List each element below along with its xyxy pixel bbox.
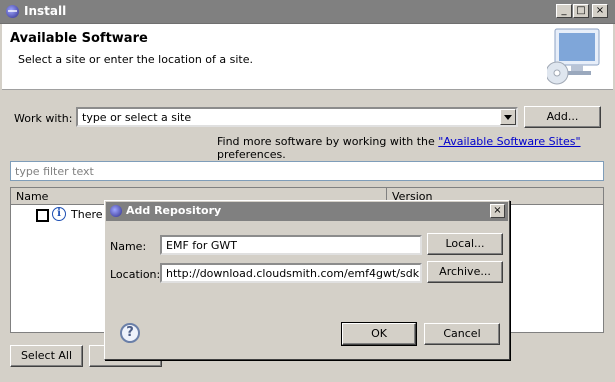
window-title: Install [24,4,67,18]
dialog-title-bar: Add Repository × [106,202,508,221]
column-name-label: Name [16,190,49,203]
info-icon: i [52,207,66,221]
local-button[interactable]: Local... [427,233,503,255]
archive-button[interactable]: Archive... [427,261,503,283]
location-label: Location: [110,268,161,281]
dialog-close-button[interactable]: × [490,204,505,218]
name-value: EMF for GWT [166,239,238,252]
filter-placeholder: type filter text [15,165,94,178]
maximize-button[interactable]: □ [573,4,589,18]
add-repository-dialog: Add Repository × Name: EMF for GWT Local… [104,200,510,360]
work-with-value: type or select a site [82,111,192,124]
row-checkbox[interactable] [36,209,49,222]
location-value: http://download.cloudsmith.com/emf4gwt/s… [166,267,420,280]
wizard-header: Available Software Select a site or ente… [2,24,613,90]
work-with-label: Work with: [14,112,73,125]
help-icon[interactable]: ? [120,323,140,343]
location-field[interactable]: http://download.cloudsmith.com/emf4gwt/s… [160,263,422,283]
dialog-title: Add Repository [126,204,222,217]
find-more-suffix: preferences. [217,148,286,161]
find-more-text: Find more software by working with the "… [217,135,615,161]
add-site-button[interactable]: Add... [524,106,601,128]
page-title: Available Software [10,31,148,46]
eclipse-icon [110,205,122,217]
select-all-button[interactable]: Select All [10,345,83,367]
install-monitor-icon [547,28,600,85]
available-software-sites-link[interactable]: "Available Software Sites" [438,135,580,148]
chevron-down-icon[interactable] [500,109,516,125]
minimize-button[interactable]: _ [556,4,572,18]
name-field[interactable]: EMF for GWT [160,235,422,255]
title-bar: Install _ □ × [0,0,615,24]
install-window: Install _ □ × Available Software Select … [0,0,615,382]
name-label: Name: [110,240,147,253]
close-button[interactable]: × [592,4,608,18]
cancel-button[interactable]: Cancel [424,323,500,345]
find-more-prefix: Find more software by working with the [217,135,439,148]
filter-input[interactable]: type filter text [10,161,604,181]
eclipse-icon [6,5,19,18]
page-description: Select a site or enter the location of a… [18,53,254,66]
work-with-combo[interactable]: type or select a site [76,107,518,127]
ok-button[interactable]: OK [341,322,417,346]
